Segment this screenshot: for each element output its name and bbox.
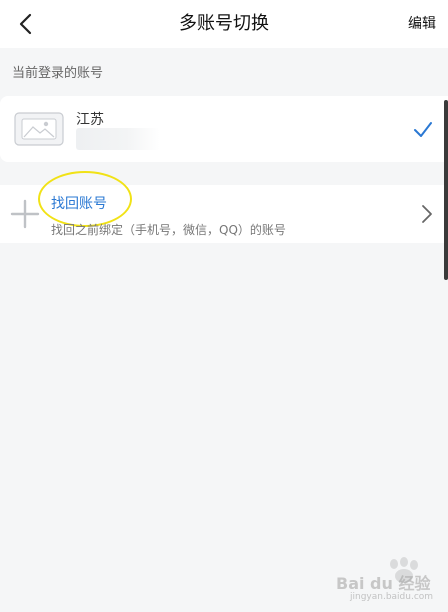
account-name: 江苏 (76, 112, 104, 128)
account-id-redacted (76, 128, 160, 150)
current-account-label: 当前登录的账号 (12, 66, 104, 81)
app-header: 多账号切换 编辑 (0, 0, 448, 48)
plus-icon (10, 199, 40, 229)
watermark-text: Bai du 经验 (336, 574, 431, 593)
current-account-card[interactable] (0, 96, 448, 162)
avatar-placeholder-icon (14, 112, 64, 146)
highlight-circle (38, 171, 132, 227)
page-title: 多账号切换 (179, 13, 269, 34)
edit-button[interactable]: 编辑 (408, 0, 436, 48)
find-account-description: 找回之前绑定（手机号，微信，QQ）的账号 (51, 223, 286, 237)
chevron-right-icon (422, 205, 432, 223)
check-icon (414, 122, 432, 137)
screen: 多账号切换 编辑 当前登录的账号 江苏 找回账号 找回之前绑定（手机号，微信，Q… (0, 0, 448, 612)
scrollbar[interactable] (444, 100, 448, 280)
watermark-url: jingyan.baidu.com (350, 592, 434, 602)
